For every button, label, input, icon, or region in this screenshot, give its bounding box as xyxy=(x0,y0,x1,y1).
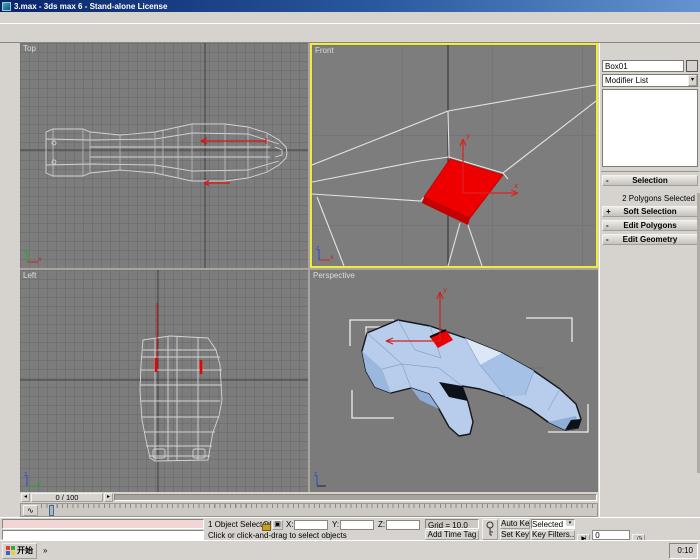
axis-tripod: xy xyxy=(23,246,43,266)
viewport-left-label: Left xyxy=(23,271,36,280)
left-shelf xyxy=(0,43,20,517)
taskbar-clock: 0:10 xyxy=(677,546,693,555)
open-mini-curve-editor-button[interactable]: ∿ xyxy=(23,505,38,516)
y-label: Y: xyxy=(332,520,339,529)
top-wireframe xyxy=(20,43,308,268)
svg-text:x: x xyxy=(330,254,334,261)
left-wireframe xyxy=(20,270,308,492)
viewport-perspective-label: Perspective xyxy=(313,271,355,280)
svg-text:y: y xyxy=(466,132,470,140)
add-time-tag-button[interactable]: Add Time Tag xyxy=(425,530,479,540)
svg-text:y: y xyxy=(443,286,447,294)
windows-logo-icon xyxy=(6,546,15,555)
svg-text:x: x xyxy=(38,256,42,263)
object-name-field[interactable]: Box01 xyxy=(602,60,684,72)
dropdown-arrow-icon: ▾ xyxy=(688,75,697,86)
time-slider-left-arrow[interactable]: ◂ xyxy=(21,493,30,502)
perspective-shaded-model: y xyxy=(310,270,598,492)
menu-bar xyxy=(0,12,700,23)
key-filter-dropdown[interactable]: Selected▾ xyxy=(531,519,575,529)
front-wireframe: y x xyxy=(312,45,596,266)
time-slider-handle[interactable]: 0 / 100 xyxy=(31,493,103,502)
svg-text:z: z xyxy=(24,471,27,478)
set-key-button[interactable]: Set Key xyxy=(500,530,530,540)
track-bar[interactable]: ∿ xyxy=(20,503,598,517)
track-bar-frame-handle[interactable] xyxy=(49,505,54,516)
viewport-front-active[interactable]: Front y x xz xyxy=(310,43,598,268)
object-color-swatch[interactable] xyxy=(686,60,698,72)
viewport-top-label: Top xyxy=(23,44,36,53)
z-label: Z: xyxy=(378,520,385,529)
stack-toolbar xyxy=(601,167,699,172)
quick-launch-overflow[interactable]: » xyxy=(41,546,49,555)
viewport-area: Top xy Front y x xyxy=(20,43,598,492)
window-title: 3.max - 3ds max 6 - Stand-alone License xyxy=(14,2,167,11)
svg-text:z: z xyxy=(316,245,319,252)
command-panel: Box01 Modifier List ▾ - Selection 2 Poly… xyxy=(599,43,700,517)
start-button[interactable]: 开始 xyxy=(2,543,37,559)
y-field[interactable] xyxy=(340,520,374,530)
axis-tripod: xz xyxy=(315,244,335,264)
viewport-front-label: Front xyxy=(315,46,334,55)
axis-tripod: z xyxy=(313,470,333,490)
maxscript-mini-listener-pink[interactable] xyxy=(2,519,204,529)
key-filters-button[interactable]: Key Filters... xyxy=(531,530,575,540)
main-toolbar xyxy=(0,23,700,43)
axis-tripod: yz xyxy=(23,470,43,490)
taskbar: 开始 » 0:10 xyxy=(0,540,700,560)
time-slider-row: ◂ 0 / 100 ▸ xyxy=(20,492,598,503)
z-field[interactable] xyxy=(386,520,420,530)
viewport-perspective[interactable]: Perspective y z xyxy=(310,270,598,492)
x-field[interactable] xyxy=(294,520,328,530)
viewport-left[interactable]: Left yz xyxy=(20,270,308,492)
svg-text:y: y xyxy=(24,247,28,254)
title-bar: 3.max - 3ds max 6 - Stand-alone License xyxy=(0,0,700,12)
modifier-list-dropdown[interactable]: Modifier List ▾ xyxy=(602,74,698,87)
app-icon xyxy=(2,2,11,11)
edit-polygons-rollout-header[interactable]: - Edit Polygons xyxy=(602,220,698,231)
maxscript-mini-listener-white[interactable] xyxy=(2,530,204,540)
absolute-mode-toggle[interactable]: ▣ xyxy=(272,520,283,530)
status-bar: 1 Object Selected ▣ X: Y: Z: Grid = 10.0… xyxy=(0,517,700,540)
dropdown-arrow-icon: ▾ xyxy=(566,520,574,526)
current-frame-field[interactable]: 0 xyxy=(592,530,630,540)
svg-text:x: x xyxy=(514,182,518,190)
grid-size-display: Grid = 10.0 xyxy=(425,519,479,529)
time-slider-right-arrow[interactable]: ▸ xyxy=(104,493,113,502)
prompt-line: Click or click-and-drag to select object… xyxy=(208,531,423,540)
edit-geometry-rollout-header[interactable]: - Edit Geometry xyxy=(602,234,698,245)
key-icon xyxy=(483,520,497,538)
svg-text:z: z xyxy=(314,471,317,478)
modifier-stack xyxy=(602,89,698,167)
time-slider-track[interactable] xyxy=(114,494,597,501)
x-label: X: xyxy=(286,520,294,529)
auto-key-button[interactable]: Auto Key xyxy=(500,519,530,529)
selection-status-text: 2 Polygons Selected xyxy=(601,193,699,203)
keyboard-shortcut-override-button[interactable] xyxy=(482,519,498,540)
selection-rollout-header[interactable]: - Selection xyxy=(602,175,698,186)
track-bar-ruler xyxy=(41,504,597,508)
viewport-top[interactable]: Top xy xyxy=(20,43,308,268)
selection-lock-icon[interactable] xyxy=(262,521,269,530)
svg-text:y: y xyxy=(38,480,42,487)
system-tray: 0:10 xyxy=(669,543,698,559)
command-panel-tabs xyxy=(601,44,699,58)
soft-selection-rollout-header[interactable]: + Soft Selection xyxy=(602,206,698,217)
